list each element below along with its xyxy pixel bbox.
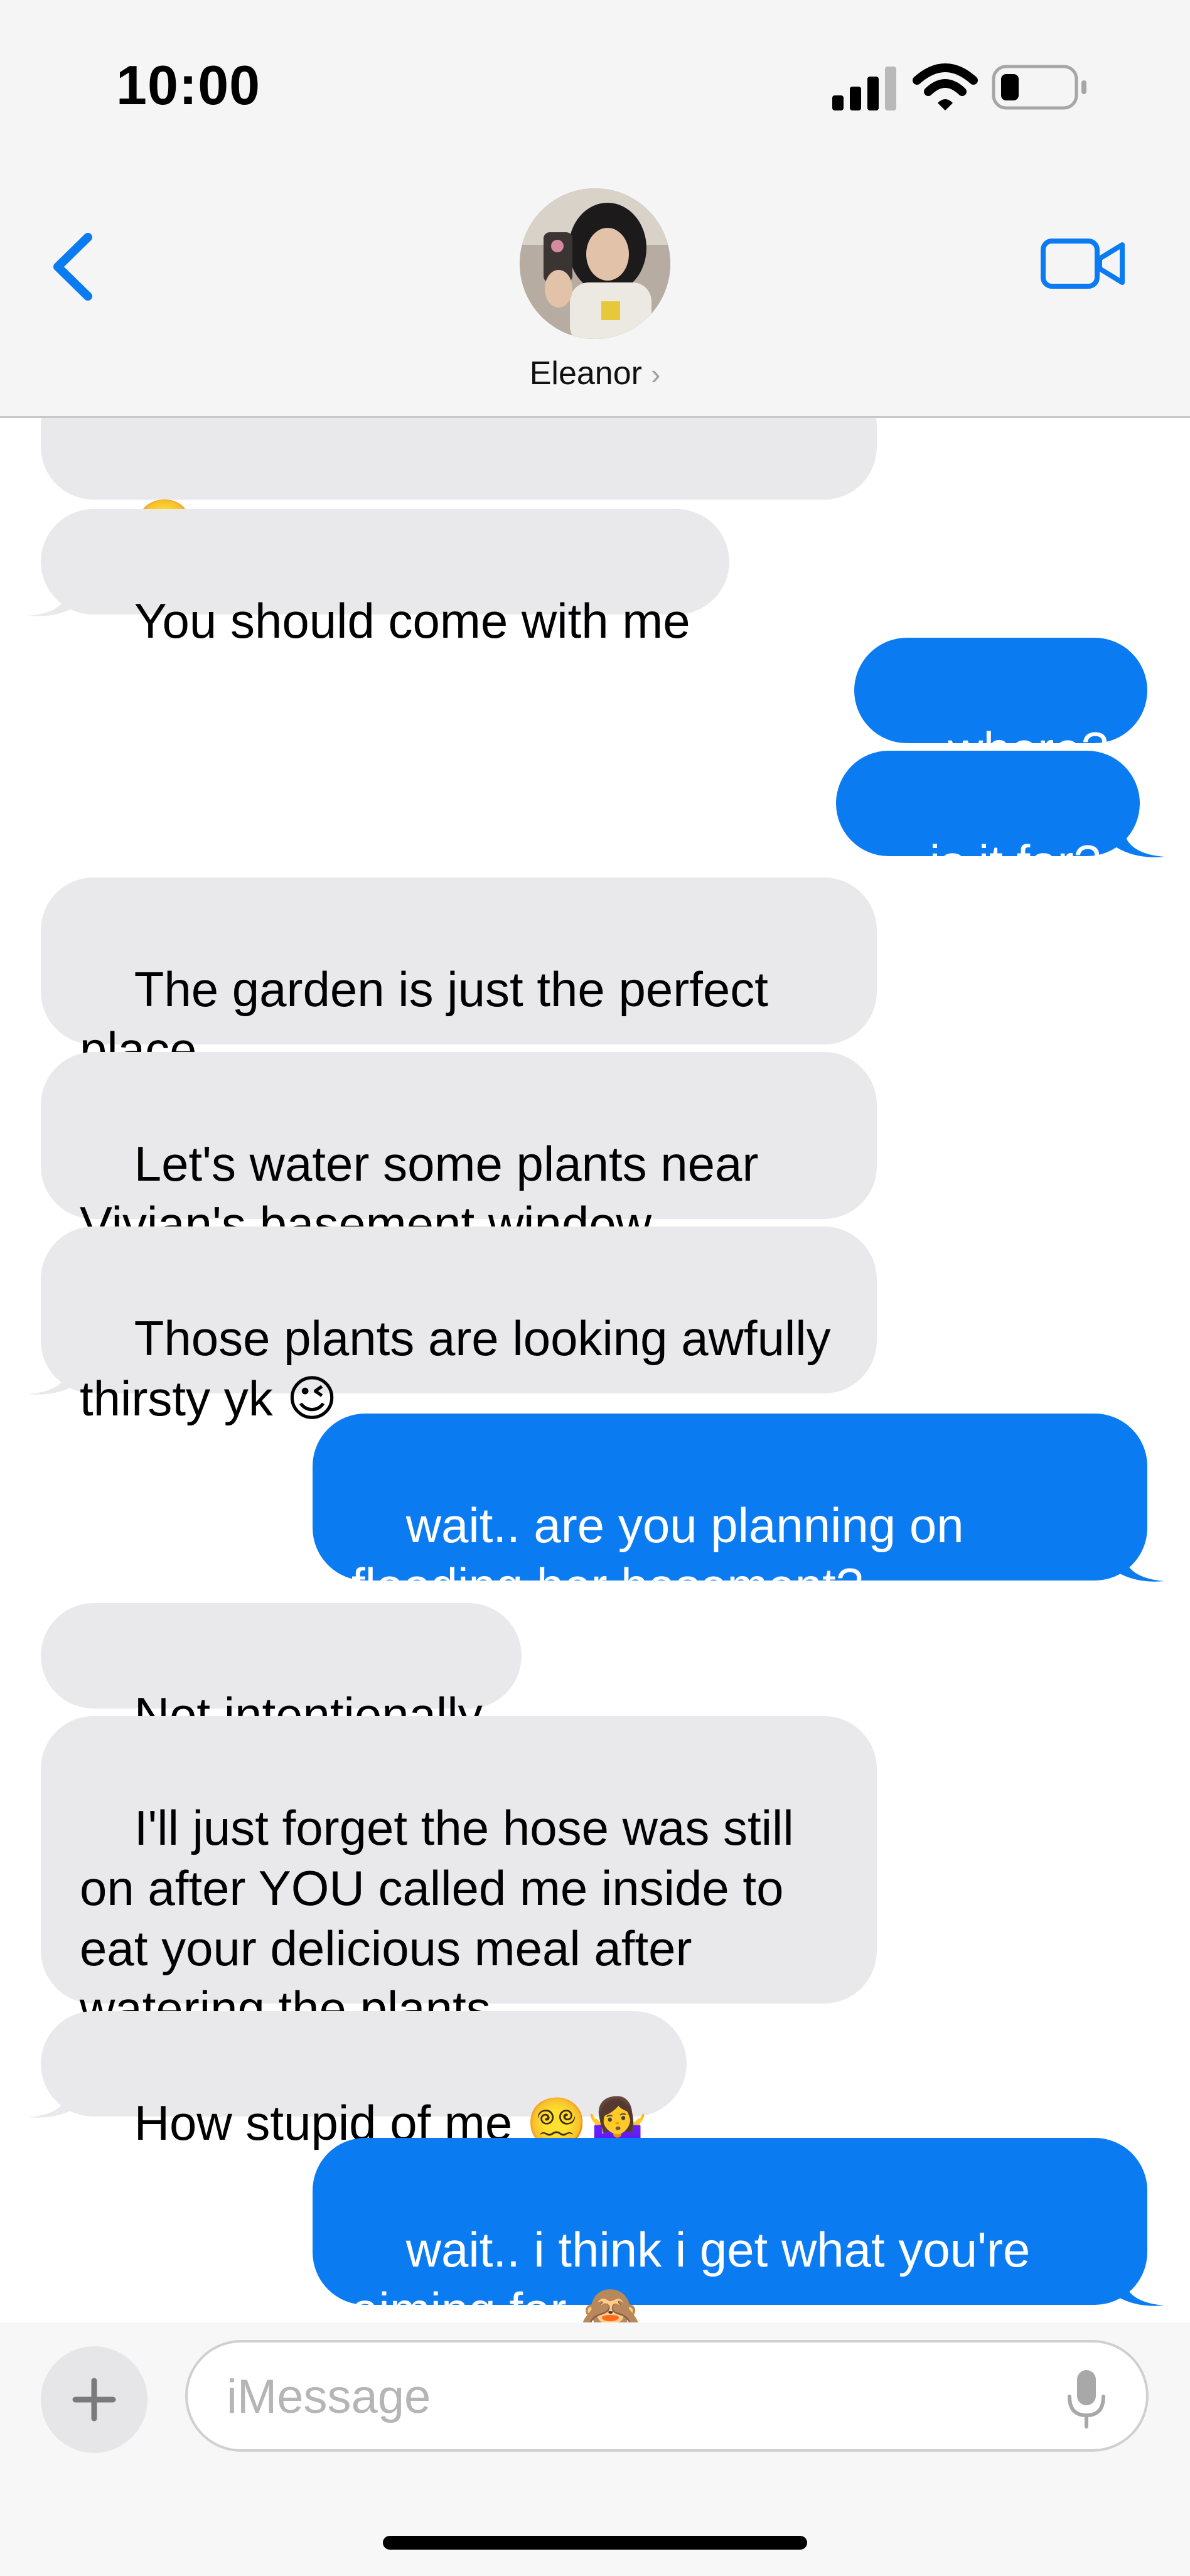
composer-bar <box>0 2322 1190 2576</box>
incoming-message[interactable]: 🤭 <box>41 418 877 552</box>
battery-icon <box>992 65 1086 110</box>
outgoing-message[interactable]: wait.. are you planning on flooding her … <box>313 1414 1147 1613</box>
incoming-message[interactable]: You should come with me <box>41 509 729 648</box>
back-chevron-icon[interactable] <box>44 226 107 308</box>
home-indicator[interactable] <box>383 2536 807 2550</box>
incoming-message[interactable]: How stupid of me 😵‍💫🤷‍♀️ <box>41 2011 687 2150</box>
incoming-message[interactable]: The garden is just the perfect place <box>41 877 877 1077</box>
message-thread[interactable]: 🤭 You should come with me where? is it f… <box>0 418 1190 2322</box>
bubble-tail-outgoing <box>1108 2252 1164 2306</box>
incoming-message[interactable]: Those plants are looking awfully thirsty… <box>41 1226 877 1426</box>
plus-icon <box>72 2378 116 2422</box>
outgoing-message[interactable]: wait.. i think i get what you're aiming … <box>313 2138 1147 2322</box>
message-text: is it far? <box>929 835 1101 890</box>
chevron-right-icon: › <box>650 358 661 390</box>
avatar-photo <box>520 188 670 339</box>
incoming-message[interactable]: I'll just forget the hose was still on a… <box>41 1716 877 2036</box>
imessage-field[interactable] <box>185 2340 1149 2452</box>
contact-avatar[interactable] <box>520 188 670 339</box>
bubble-tail-incoming <box>28 2064 85 2118</box>
contact-name-button[interactable]: Eleanor › <box>0 355 1190 392</box>
wifi-icon <box>913 63 978 110</box>
outgoing-message[interactable]: is it far? <box>836 751 1140 890</box>
bubble-tail-outgoing <box>1108 803 1164 857</box>
status-icons <box>832 63 1086 110</box>
apps-plus-button[interactable] <box>41 2346 147 2453</box>
message-text: Those plants are looking awfully thirsty… <box>80 1311 831 1426</box>
contact-name: Eleanor <box>529 355 642 392</box>
message-text: I'll just forget the hose was still on a… <box>80 1800 794 2036</box>
status-time: 10:00 <box>116 54 261 116</box>
cellular-signal-icon <box>832 67 896 110</box>
incoming-message[interactable]: Let's water some plants near Vivian's ba… <box>41 1052 877 1252</box>
bubble-tail-outgoing <box>1108 1528 1164 1582</box>
incoming-message[interactable]: Not intentionally <box>41 1603 522 1742</box>
bubble-tail-incoming <box>28 1341 85 1395</box>
video-camera-icon[interactable] <box>1039 232 1127 295</box>
outgoing-message[interactable]: where? <box>854 638 1147 777</box>
conversation-header: 10:00 Eleanor › <box>0 0 1190 418</box>
message-text: wait.. i think i get what you're aiming … <box>351 2222 1031 2322</box>
microphone-icon[interactable] <box>1064 2368 1108 2430</box>
bubble-tail-incoming <box>28 562 85 616</box>
message-text: You should come with me <box>134 593 690 648</box>
message-input[interactable] <box>225 2361 1044 2432</box>
message-text: wait.. are you planning on flooding her … <box>351 1498 964 1613</box>
